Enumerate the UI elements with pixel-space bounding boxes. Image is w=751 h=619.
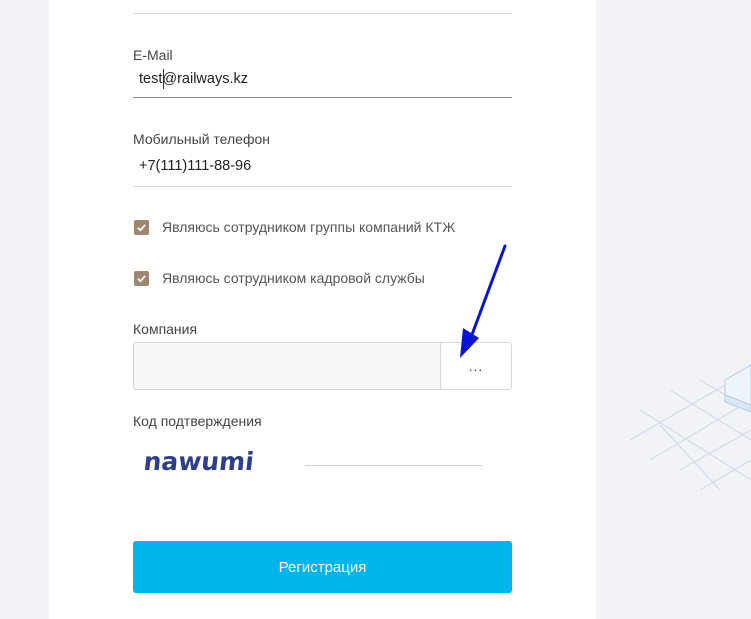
checkmark-icon [137,224,146,232]
decorative-grid-illustration [629,364,751,491]
hr-employee-checkbox[interactable] [134,271,149,286]
company-label: Компания [133,321,198,337]
svg-text:nawumi: nawumi [143,447,253,476]
phone-label: Мобильный телефон [133,131,270,147]
register-button[interactable]: Регистрация [133,541,512,593]
captcha-image: nawumi [143,447,253,476]
captcha-input[interactable] [305,440,482,466]
ktzh-employee-label[interactable]: Являюсь сотрудником группы компаний КТЖ [162,218,455,236]
email-label: E-Mail [133,47,173,63]
previous-field-underline [133,13,512,14]
email-field[interactable]: test@railways.kz [139,69,248,89]
phone-field[interactable]: +7(111)111-88-96 [139,156,251,176]
hr-employee-label[interactable]: Являюсь сотрудником кадровой службы [162,269,425,287]
phone-underline [133,186,512,187]
text-cursor [163,69,164,89]
company-input[interactable] [133,342,441,390]
checkmark-icon [137,275,146,283]
annotation-arrow-icon [460,244,507,358]
email-underline [133,97,512,98]
ktzh-employee-checkbox[interactable] [134,220,149,235]
captcha-label: Код подтверждения [133,413,262,429]
